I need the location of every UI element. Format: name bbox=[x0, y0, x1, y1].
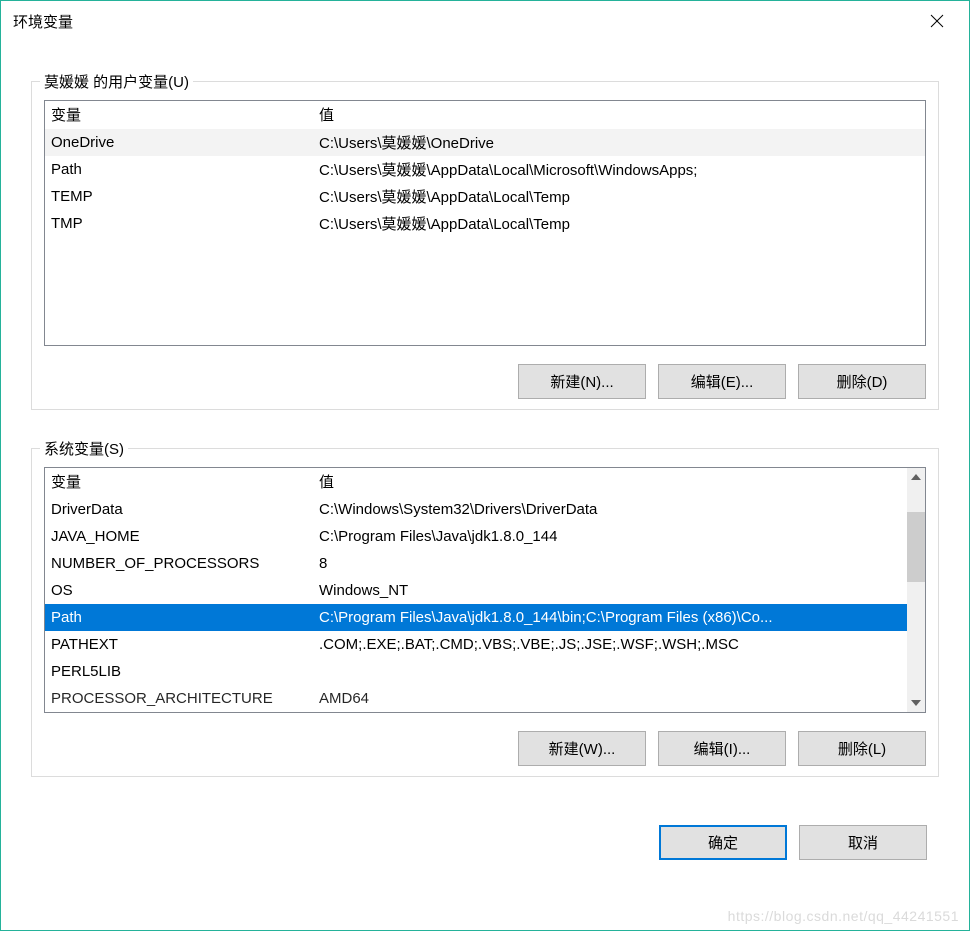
list-item[interactable]: PROCESSOR_ARCHITECTUREAMD64 bbox=[45, 685, 907, 712]
var-value: C:\Users\莫媛媛\AppData\Local\Temp bbox=[313, 211, 925, 236]
var-value: C:\Program Files\Java\jdk1.8.0_144 bbox=[313, 526, 907, 547]
list-item[interactable]: TEMPC:\Users\莫媛媛\AppData\Local\Temp bbox=[45, 183, 925, 210]
list-item[interactable]: DriverDataC:\Windows\System32\Drivers\Dr… bbox=[45, 496, 907, 523]
list-item[interactable]: OSWindows_NT bbox=[45, 577, 907, 604]
user-variables-label: 莫媛媛 的用户变量(U) bbox=[40, 71, 193, 92]
user-edit-button[interactable]: 编辑(E)... bbox=[658, 364, 786, 399]
var-name: TMP bbox=[45, 213, 313, 234]
dialog-footer: 确定 取消 bbox=[1, 797, 969, 880]
close-icon bbox=[930, 14, 944, 28]
titlebar: 环境变量 bbox=[1, 1, 969, 41]
var-name: TEMP bbox=[45, 186, 313, 207]
var-name: OS bbox=[45, 580, 313, 601]
list-header: 变量 值 bbox=[45, 101, 925, 129]
var-value bbox=[313, 670, 907, 674]
var-value: AMD64 bbox=[313, 688, 907, 709]
list-item[interactable]: PATHEXT.COM;.EXE;.BAT;.CMD;.VBS;.VBE;.JS… bbox=[45, 631, 907, 658]
var-name: PATHEXT bbox=[45, 634, 313, 655]
list-item[interactable]: PathC:\Program Files\Java\jdk1.8.0_144\b… bbox=[45, 604, 907, 631]
watermark: https://blog.csdn.net/qq_44241551 bbox=[728, 908, 959, 924]
var-value: .COM;.EXE;.BAT;.CMD;.VBS;.VBE;.JS;.JSE;.… bbox=[313, 634, 907, 655]
system-variables-list[interactable]: 变量 值 DriverDataC:\Windows\System32\Drive… bbox=[44, 467, 926, 713]
ok-button[interactable]: 确定 bbox=[659, 825, 787, 860]
var-name: JAVA_HOME bbox=[45, 526, 313, 547]
user-delete-button[interactable]: 删除(D) bbox=[798, 364, 926, 399]
system-variables-label: 系统变量(S) bbox=[40, 438, 128, 459]
scroll-up-icon[interactable] bbox=[907, 468, 925, 486]
var-value: C:\Program Files\Java\jdk1.8.0_144\bin;C… bbox=[313, 607, 907, 628]
sys-new-button[interactable]: 新建(W)... bbox=[518, 731, 646, 766]
var-name: DriverData bbox=[45, 499, 313, 520]
list-header: 变量 值 bbox=[45, 468, 925, 496]
list-item[interactable]: PERL5LIB bbox=[45, 658, 907, 685]
header-variable[interactable]: 变量 bbox=[45, 101, 313, 128]
var-value: C:\Users\莫媛媛\OneDrive bbox=[313, 130, 925, 155]
var-name: PERL5LIB bbox=[45, 661, 313, 682]
header-value[interactable]: 值 bbox=[313, 468, 925, 495]
var-value: Windows_NT bbox=[313, 580, 907, 601]
var-name: PROCESSOR_ARCHITECTURE bbox=[45, 688, 313, 709]
header-variable[interactable]: 变量 bbox=[45, 468, 313, 495]
scroll-thumb[interactable] bbox=[907, 512, 925, 582]
list-item[interactable]: OneDriveC:\Users\莫媛媛\OneDrive bbox=[45, 129, 925, 156]
user-new-button[interactable]: 新建(N)... bbox=[518, 364, 646, 399]
scrollbar[interactable] bbox=[907, 468, 925, 712]
var-value: C:\Users\莫媛媛\AppData\Local\Temp bbox=[313, 184, 925, 209]
var-name: OneDrive bbox=[45, 132, 313, 153]
header-value[interactable]: 值 bbox=[313, 101, 925, 128]
sys-delete-button[interactable]: 删除(L) bbox=[798, 731, 926, 766]
var-name: NUMBER_OF_PROCESSORS bbox=[45, 553, 313, 574]
close-button[interactable] bbox=[917, 1, 957, 41]
var-value: 8 bbox=[313, 553, 907, 574]
system-variables-group: 系统变量(S) 变量 值 DriverDataC:\Windows\System… bbox=[31, 448, 939, 777]
list-item[interactable]: TMPC:\Users\莫媛媛\AppData\Local\Temp bbox=[45, 210, 925, 237]
var-name: Path bbox=[45, 159, 313, 180]
list-item[interactable]: PathC:\Users\莫媛媛\AppData\Local\Microsoft… bbox=[45, 156, 925, 183]
window-title: 环境变量 bbox=[13, 11, 917, 32]
list-item[interactable]: JAVA_HOMEC:\Program Files\Java\jdk1.8.0_… bbox=[45, 523, 907, 550]
var-value: C:\Users\莫媛媛\AppData\Local\Microsoft\Win… bbox=[313, 157, 925, 182]
var-name: Path bbox=[45, 607, 313, 628]
list-item[interactable]: NUMBER_OF_PROCESSORS8 bbox=[45, 550, 907, 577]
user-variables-list[interactable]: 变量 值 OneDriveC:\Users\莫媛媛\OneDrivePathC:… bbox=[44, 100, 926, 346]
scroll-down-icon[interactable] bbox=[907, 694, 925, 712]
cancel-button[interactable]: 取消 bbox=[799, 825, 927, 860]
user-variables-group: 莫媛媛 的用户变量(U) 变量 值 OneDriveC:\Users\莫媛媛\O… bbox=[31, 81, 939, 410]
var-value: C:\Windows\System32\Drivers\DriverData bbox=[313, 499, 907, 520]
sys-edit-button[interactable]: 编辑(I)... bbox=[658, 731, 786, 766]
